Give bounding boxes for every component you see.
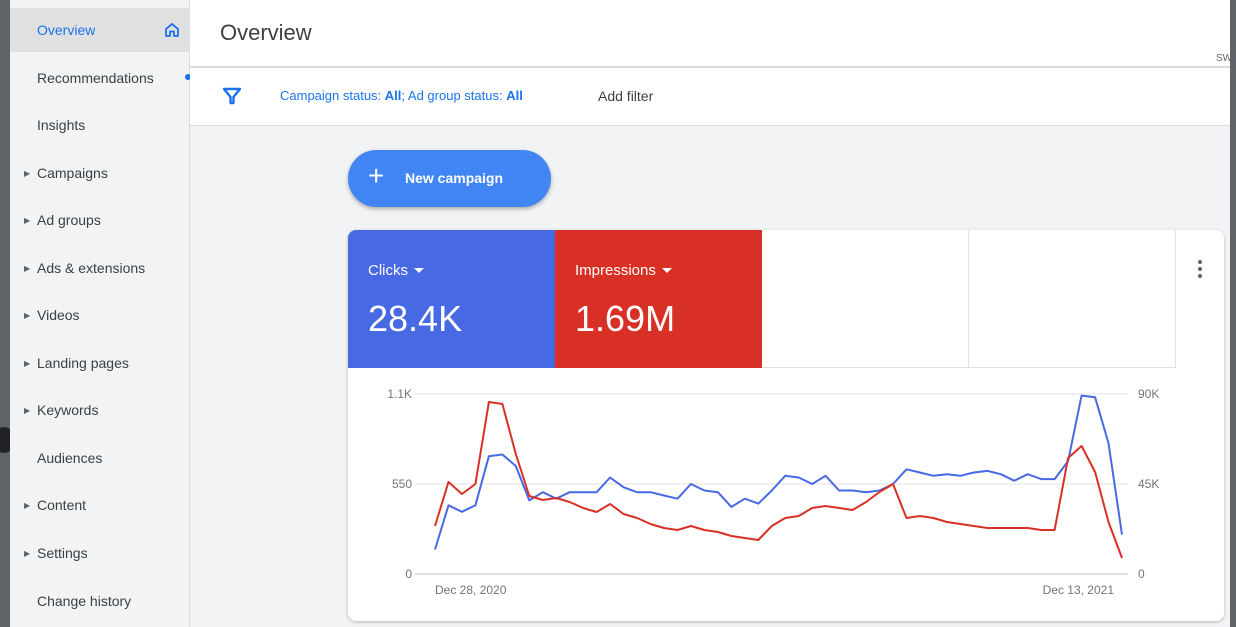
sidebar-item-insights[interactable]: Insights [10, 103, 190, 147]
ad-group-status-label: Ad group status: [407, 88, 507, 103]
y-left-tick-label: 550 [392, 477, 412, 491]
sidebar-item-label: Landing pages [37, 355, 129, 371]
active-filters[interactable]: Campaign status: All; Ad group status: A… [280, 88, 523, 103]
filter-icon[interactable] [222, 86, 242, 106]
sidebar-item-change-history[interactable]: Change history [10, 579, 190, 623]
sidebar-item-videos[interactable]: ▶ Videos [10, 293, 190, 337]
metric-tile-empty[interactable] [969, 230, 1176, 368]
sidebar-item-landing-pages[interactable]: ▶ Landing pages [10, 341, 190, 385]
sidebar-item-label: Ad groups [37, 212, 101, 228]
chart-lines [434, 394, 1123, 559]
filter-bar: Campaign status: All; Ad group status: A… [190, 68, 1230, 126]
y-left-tick-label: 1.1K [387, 387, 412, 401]
dropdown-caret-icon [414, 268, 424, 273]
metric-value: 28.4K [368, 298, 463, 339]
dropdown-caret-icon [661, 268, 672, 273]
sidebar-nav: Overview Recommendations Insights ▶ Camp… [10, 0, 191, 627]
sidebar-item-keywords[interactable]: ▶ Keywords [10, 388, 190, 432]
clicks-series-line [434, 394, 1123, 550]
y-right-tick-label: 90K [1138, 387, 1159, 401]
home-icon [165, 23, 179, 37]
sidebar-item-label: Recommendations [37, 70, 154, 86]
sidebar-item-audiences[interactable]: Audiences [10, 436, 190, 480]
more-options-icon[interactable] [1192, 258, 1208, 282]
expand-arrow-icon: ▶ [24, 405, 31, 415]
sidebar-item-label: Overview [37, 22, 96, 38]
x-start-tick-label: Dec 28, 2020 [435, 583, 507, 597]
expand-arrow-icon: ▶ [24, 358, 31, 368]
metric-tile-impressions[interactable]: Impressions 1.69M [555, 230, 762, 368]
sidebar-item-ad-groups[interactable]: ▶ Ad groups [10, 198, 190, 242]
sidebar-item-label: Content [37, 497, 87, 513]
campaign-status-value: All [384, 88, 402, 103]
truncated-header-text: SWI [1216, 53, 1235, 64]
y-right-tick-label: 0 [1138, 567, 1145, 581]
impressions-series-line [434, 401, 1123, 559]
plus-icon: + [368, 160, 385, 191]
chart-ticks: 1.1K 550 0 90K 45K 0 Dec 28, 2020 Dec 13, 2021 [387, 387, 1159, 597]
new-campaign-label: New campaign [405, 170, 504, 186]
y-left-tick-label: 0 [405, 567, 412, 581]
metric-value: 1.69M [575, 298, 676, 339]
window-left-edge [0, 0, 10, 627]
page-title: Overview [220, 20, 312, 45]
sidebar-item-label: Change history [37, 593, 132, 609]
sidebar-item-ads-extensions[interactable]: ▶ Ads & extensions [10, 246, 190, 290]
metric-label: Impressions [575, 262, 656, 279]
sidebar-item-label: Ads & extensions [37, 260, 146, 276]
add-filter-button[interactable]: Add filter [598, 88, 653, 104]
metric-selector[interactable]: Clicks [368, 262, 424, 279]
sidebar-item-label: Campaigns [37, 165, 108, 181]
sidebar-item-recommendations[interactable]: Recommendations [10, 56, 190, 100]
metric-selector[interactable]: Impressions [575, 262, 672, 279]
performance-card: Clicks 28.4K Impressions 1.69M 1.1K 550 0 9… [348, 230, 1224, 621]
sidebar-item-label: Videos [37, 307, 80, 323]
expand-arrow-icon: ▶ [24, 500, 31, 510]
sidebar-item-campaigns[interactable]: ▶ Campaigns [10, 151, 190, 195]
metric-tile-clicks[interactable]: Clicks 28.4K [348, 230, 555, 368]
metric-label: Clicks [368, 262, 408, 279]
ad-group-status-value: All [506, 88, 523, 103]
sidebar-item-settings[interactable]: ▶ Settings [10, 531, 190, 575]
campaign-status-label: Campaign status: [280, 88, 385, 103]
x-end-tick-label: Dec 13, 2021 [1043, 583, 1115, 597]
expand-arrow-icon: ▶ [24, 263, 31, 273]
metric-tile-empty[interactable] [762, 230, 969, 368]
y-right-tick-label: 45K [1138, 477, 1159, 491]
sidebar-item-label: Keywords [37, 402, 99, 418]
sidebar-item-overview[interactable]: Overview [10, 8, 190, 52]
expand-arrow-icon: ▶ [24, 310, 31, 320]
expand-arrow-icon: ▶ [24, 168, 31, 178]
sidebar-item-label: Insights [37, 117, 86, 133]
expand-arrow-icon: ▶ [24, 215, 31, 225]
expand-arrow-icon: ▶ [24, 548, 31, 558]
sidebar-item-label: Settings [37, 545, 88, 561]
performance-chart: 1.1K 550 0 90K 45K 0 Dec 28, 2020 Dec 13, 2021 [387, 387, 1159, 597]
window-right-edge [1230, 0, 1236, 627]
sidebar-item-content[interactable]: ▶ Content [10, 483, 190, 527]
new-campaign-button[interactable]: + New campaign [348, 150, 551, 207]
sidebar-item-label: Audiences [37, 450, 103, 466]
